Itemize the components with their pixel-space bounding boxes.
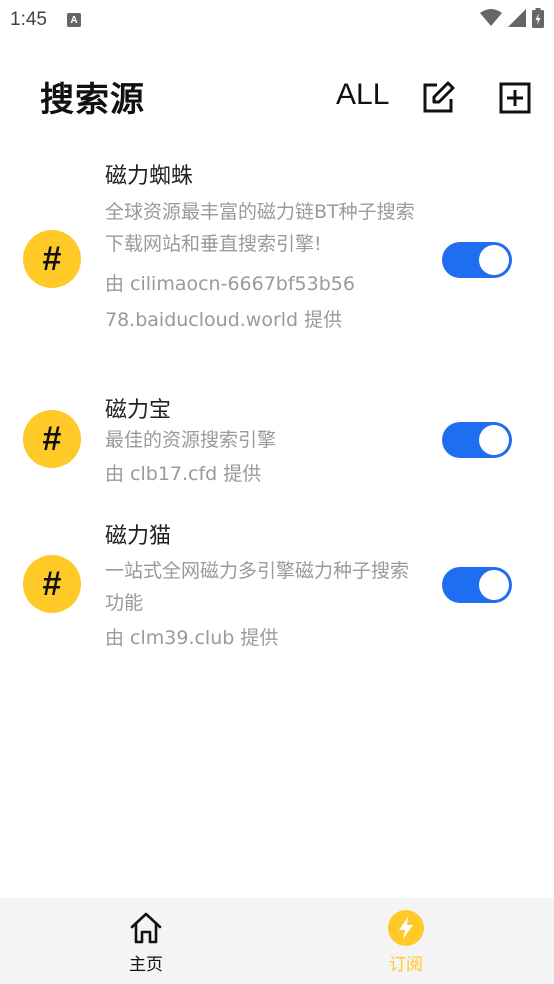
source-description: 一站式全网磁力多引擎磁力种子搜索功能: [105, 560, 410, 614]
source-description: 全球资源最丰富的磁力链BT种子搜索下载网站和垂直搜索引擎!: [105, 201, 415, 255]
source-description: 最佳的资源搜索引擎: [105, 429, 277, 451]
toggle-knob: [479, 245, 509, 275]
lightning-icon: [388, 910, 424, 946]
source-item[interactable]: # 磁力猫 一站式全网磁力多引擎磁力种子搜索功能 由 clm39.club 提供: [0, 510, 554, 660]
edit-button[interactable]: [420, 80, 456, 116]
source-name: 磁力宝: [105, 398, 172, 423]
page-title: 搜索源: [40, 80, 145, 120]
notification-glyph: A: [70, 14, 78, 26]
hash-icon: #: [23, 230, 81, 288]
signal-icon: [508, 9, 526, 27]
toggle-knob: [479, 570, 509, 600]
notification-icon: A: [66, 13, 81, 27]
source-toggle[interactable]: [442, 242, 512, 278]
source-item[interactable]: # 磁力宝 最佳的资源搜索引擎 由 clb17.cfd 提供: [0, 384, 554, 494]
avatar-glyph: #: [42, 565, 62, 603]
battery-icon: [532, 8, 544, 28]
add-button[interactable]: [497, 80, 533, 116]
bottom-nav: 主页 订阅: [0, 898, 554, 984]
status-icons: [480, 8, 544, 28]
screen: 1:45 A 搜索源 ALL # 磁力蜘蛛 全球资源最丰富的磁力链BT种子搜索下…: [0, 0, 554, 984]
hash-icon: #: [23, 410, 81, 468]
all-button[interactable]: ALL: [336, 78, 389, 112]
source-name: 磁力蜘蛛: [105, 164, 194, 189]
wifi-icon: [480, 9, 502, 26]
source-name: 磁力猫: [105, 524, 172, 549]
avatar-glyph: #: [42, 420, 62, 458]
toggle-knob: [479, 425, 509, 455]
nav-home-label: 主页: [129, 955, 163, 975]
source-provider: 由 clb17.cfd 提供: [105, 463, 262, 485]
nav-home[interactable]: 主页: [106, 908, 186, 978]
hash-icon: #: [23, 555, 81, 613]
nav-subscribe-label: 订阅: [389, 955, 423, 975]
edit-icon: [423, 81, 455, 113]
source-toggle[interactable]: [442, 567, 512, 603]
add-box-icon: [499, 82, 531, 114]
header: 搜索源 ALL: [0, 66, 554, 130]
source-provider: 由 clm39.club 提供: [105, 627, 279, 649]
home-icon: [128, 910, 164, 946]
status-bar: 1:45 A: [0, 0, 554, 40]
source-toggle[interactable]: [442, 422, 512, 458]
status-time: 1:45: [10, 9, 47, 30]
nav-subscribe[interactable]: 订阅: [366, 908, 446, 978]
source-item[interactable]: # 磁力蜘蛛 全球资源最丰富的磁力链BT种子搜索下载网站和垂直搜索引擎! 由 c…: [0, 150, 554, 370]
avatar-glyph: #: [42, 240, 62, 278]
source-provider: 由 cilimaocn-6667bf53b5678.baiducloud.wor…: [105, 273, 355, 331]
